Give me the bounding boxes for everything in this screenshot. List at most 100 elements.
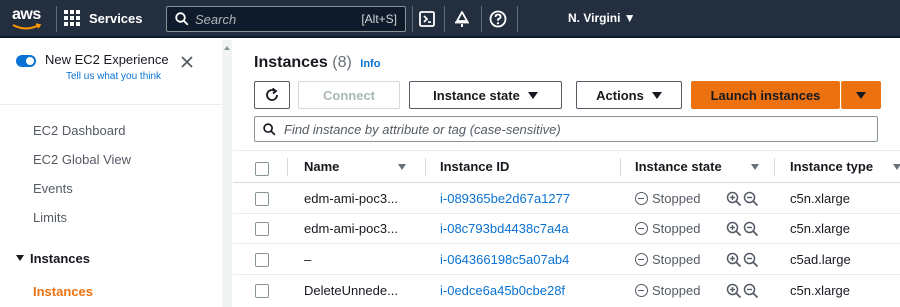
column-header-instance-id[interactable]: Instance ID <box>440 159 509 174</box>
services-label: Services <box>89 10 143 26</box>
sidebar-item-limits[interactable]: Limits <box>33 210 67 225</box>
instance-state-text: Stopped <box>652 283 701 298</box>
stopped-icon <box>635 284 648 297</box>
column-divider <box>620 158 621 176</box>
global-search-input[interactable] <box>195 11 345 27</box>
cloudshell-icon[interactable] <box>417 9 437 29</box>
instance-name: edm-ami-poc3... <box>304 221 398 236</box>
aws-logo-text: aws <box>12 6 41 23</box>
instance-state: Stopped <box>635 221 700 236</box>
instance-state-text: Stopped <box>652 191 701 206</box>
search-icon <box>175 12 189 26</box>
stopped-icon <box>635 192 648 205</box>
instance-state-text: Stopped <box>652 252 701 267</box>
select-all-checkbox[interactable] <box>255 162 269 176</box>
sidebar-item-events[interactable]: Events <box>33 181 73 196</box>
actions-label: Actions <box>596 87 644 103</box>
zoom-out-icon[interactable] <box>743 283 759 299</box>
feedback-link[interactable]: Tell us what you think <box>66 71 161 82</box>
search-icon <box>263 122 276 135</box>
refresh-button[interactable] <box>254 81 290 109</box>
instance-filter-input[interactable] <box>284 121 864 137</box>
zoom-controls <box>726 221 759 237</box>
sidebar-item-instances[interactable]: Instances <box>33 284 93 299</box>
connect-button[interactable]: Connect <box>298 81 400 109</box>
zoom-out-icon[interactable] <box>743 221 759 237</box>
caret-down-icon <box>856 91 866 99</box>
nav-divider <box>412 6 413 32</box>
instance-name: DeleteUnnede... <box>304 283 398 298</box>
bell-icon[interactable] <box>452 9 472 29</box>
actions-dropdown[interactable]: Actions <box>576 81 682 109</box>
caret-down-icon <box>527 91 538 99</box>
instance-state: Stopped <box>635 191 700 206</box>
nav-divider <box>481 6 482 32</box>
caret-down-icon <box>651 91 662 99</box>
search-shortcut-hint: [Alt+S] <box>361 12 397 26</box>
table-header-divider <box>233 182 900 183</box>
column-divider <box>287 158 288 176</box>
side-nav-divider <box>0 104 222 105</box>
refresh-icon <box>266 87 278 101</box>
instance-type: c5ad.large <box>790 252 851 267</box>
sort-caret-icon[interactable] <box>398 164 406 170</box>
nav-divider <box>56 6 57 32</box>
instance-name: edm-ami-poc3... <box>304 191 398 206</box>
instance-type: c5n.xlarge <box>790 191 850 206</box>
sidebar-item-ec2-global-view[interactable]: EC2 Global View <box>33 152 131 167</box>
column-divider <box>774 158 775 176</box>
zoom-out-icon[interactable] <box>743 252 759 268</box>
nav-divider <box>517 6 518 32</box>
sort-caret-icon[interactable] <box>751 164 759 170</box>
stopped-icon <box>635 222 648 235</box>
row-checkbox[interactable] <box>255 222 269 236</box>
info-link[interactable]: Info <box>360 58 380 70</box>
zoom-in-icon[interactable] <box>726 221 742 237</box>
instance-filter-box[interactable] <box>254 116 878 142</box>
row-checkbox[interactable] <box>255 253 269 267</box>
nav-divider <box>444 6 445 32</box>
instance-state: Stopped <box>635 252 700 267</box>
zoom-controls <box>726 283 759 299</box>
side-nav-scrollbar[interactable] <box>222 40 232 307</box>
page-title: Instances (8) Info <box>254 54 380 72</box>
launch-instances-button[interactable]: Launch instances <box>691 81 840 109</box>
instance-state-dropdown[interactable]: Instance state <box>409 81 562 109</box>
instance-name: – <box>304 252 312 267</box>
sort-caret-icon[interactable] <box>893 164 900 170</box>
instance-id-link[interactable]: i-0edce6a45b0cbe28f <box>440 283 565 298</box>
help-icon[interactable] <box>488 9 508 29</box>
column-header-instance-type[interactable]: Instance type <box>790 159 873 174</box>
sidebar-item-ec2-dashboard[interactable]: EC2 Dashboard <box>33 123 126 138</box>
instance-id-link[interactable]: i-064366198c5a07ab4 <box>440 252 569 267</box>
instance-id-link[interactable]: i-08c793bd4438c7a4a <box>440 221 569 236</box>
sidebar-section-instances[interactable]: Instances <box>16 251 90 266</box>
column-divider <box>425 158 426 176</box>
sidebar-section-label: Instances <box>30 251 90 266</box>
column-header-instance-state[interactable]: Instance state <box>635 159 722 174</box>
scroll-up-arrow-icon[interactable] <box>224 46 230 50</box>
instance-count: (8) <box>332 54 352 71</box>
top-navigation-bar: aws Services [Alt+S] N. Vir <box>0 0 900 38</box>
aws-logo[interactable]: aws <box>8 4 54 34</box>
global-search-box[interactable]: [Alt+S] <box>166 6 406 32</box>
services-menu-button[interactable]: Services <box>64 10 143 26</box>
region-selector[interactable]: N. Virgini ▼ <box>568 11 636 25</box>
column-header-name[interactable]: Name <box>304 159 339 174</box>
instance-state: Stopped <box>635 283 700 298</box>
row-checkbox[interactable] <box>255 192 269 206</box>
page-title-text: Instances <box>254 54 328 71</box>
zoom-controls <box>726 191 759 207</box>
instance-id-link[interactable]: i-089365be2d67a1277 <box>440 191 570 206</box>
zoom-out-icon[interactable] <box>743 191 759 207</box>
services-grid-icon <box>64 10 80 26</box>
zoom-in-icon[interactable] <box>726 191 742 207</box>
zoom-in-icon[interactable] <box>726 283 742 299</box>
row-checkbox[interactable] <box>255 284 269 298</box>
launch-instances-dropdown[interactable] <box>841 81 881 109</box>
new-experience-toggle[interactable] <box>16 55 36 67</box>
zoom-in-icon[interactable] <box>726 252 742 268</box>
new-experience-title: New EC2 Experience <box>45 52 169 67</box>
instance-state-text: Stopped <box>652 221 701 236</box>
close-icon[interactable] <box>180 55 194 69</box>
